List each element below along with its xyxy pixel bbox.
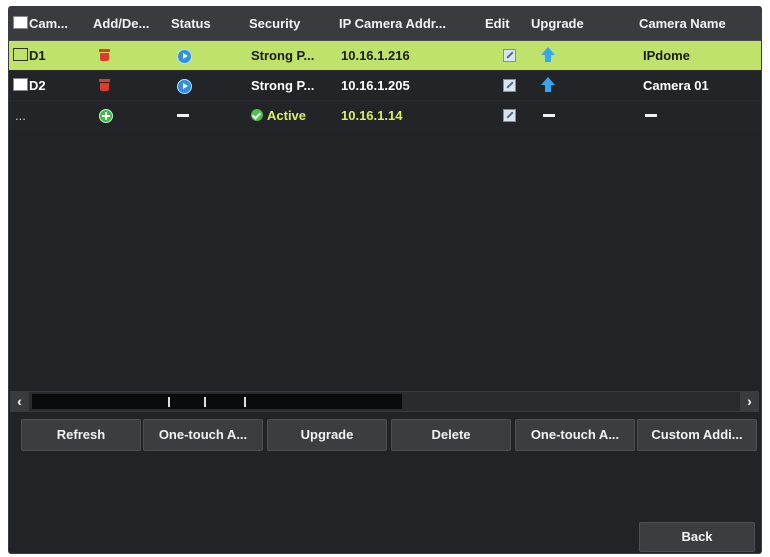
custom-adding-button[interactable]: Custom Addi... — [637, 419, 757, 451]
row-ip-address: 10.16.1.216 — [341, 48, 410, 63]
edit-icon[interactable] — [503, 109, 516, 122]
table-row[interactable]: ... Active 10.16.1.14 — [9, 100, 761, 130]
scroll-grip — [204, 397, 206, 407]
row-camera-id: ... — [15, 108, 26, 123]
row-camera-id: D1 — [29, 48, 46, 63]
scroll-grip — [168, 397, 170, 407]
row-camera-name: Camera 01 — [643, 78, 709, 93]
delete-button[interactable]: Delete — [391, 419, 511, 451]
back-button[interactable]: Back — [639, 522, 755, 552]
header-edit[interactable]: Edit — [485, 7, 529, 40]
refresh-button[interactable]: Refresh — [21, 419, 141, 451]
edit-icon[interactable] — [503, 49, 516, 62]
row-camera-cell: D2 — [13, 71, 93, 100]
upgrade-icon[interactable] — [541, 77, 555, 93]
upgrade-icon[interactable] — [541, 47, 555, 63]
add-icon[interactable] — [99, 109, 113, 123]
horizontal-scrollbar[interactable]: ‹ › — [10, 391, 759, 412]
row-camera-id: D2 — [29, 78, 46, 93]
one-touch-activate-button[interactable]: One-touch A... — [143, 419, 263, 451]
row-security: Strong P... — [251, 78, 315, 93]
table-row[interactable]: D1 Strong P... 10.16.1.216 IPdome — [9, 41, 761, 70]
header-add-delete[interactable]: Add/De... — [93, 7, 171, 40]
scroll-thumb[interactable] — [32, 394, 402, 409]
header-ip-address[interactable]: IP Camera Addr... — [339, 7, 485, 40]
camera-management-panel: Cam... Add/De... Status Security IP Came… — [8, 6, 762, 554]
upgrade-empty-dash — [543, 114, 555, 117]
header-security[interactable]: Security — [249, 7, 337, 40]
edit-icon[interactable] — [503, 79, 516, 92]
one-touch-adding-button[interactable]: One-touch A... — [515, 419, 635, 451]
header-camera-label: Cam... — [29, 16, 69, 31]
row-ip-address: 10.16.1.205 — [341, 78, 410, 93]
row-security: Strong P... — [251, 48, 315, 63]
table-header: Cam... Add/De... Status Security IP Came… — [9, 7, 761, 41]
header-status[interactable]: Status — [171, 7, 249, 40]
active-check-icon — [251, 109, 263, 121]
status-play-icon[interactable] — [177, 79, 192, 94]
status-empty-dash — [177, 114, 189, 117]
upgrade-button[interactable]: Upgrade — [267, 419, 387, 451]
row-ip-address: 10.16.1.14 — [341, 108, 403, 123]
scroll-grip — [244, 397, 246, 407]
header-camera[interactable]: Cam... — [13, 7, 93, 40]
header-upgrade[interactable]: Upgrade — [531, 7, 635, 40]
row-camera-name: IPdome — [643, 48, 690, 63]
camera-name-empty-dash — [645, 114, 657, 117]
scroll-right-button[interactable]: › — [740, 392, 759, 411]
delete-icon[interactable] — [99, 79, 110, 91]
delete-icon[interactable] — [99, 49, 110, 61]
row-security: Active — [267, 108, 307, 123]
status-play-icon[interactable] — [177, 49, 192, 64]
table-row[interactable]: D2 Strong P... 10.16.1.205 Camera 01 — [9, 70, 761, 100]
row-camera-cell: D1 — [13, 41, 93, 70]
row-checkbox[interactable] — [13, 48, 28, 61]
row-checkbox[interactable] — [13, 78, 28, 91]
header-camera-name[interactable]: Camera Name — [639, 7, 761, 40]
select-all-checkbox[interactable] — [13, 16, 28, 29]
scroll-left-button[interactable]: ‹ — [10, 392, 29, 411]
row-security-cell: Active — [251, 101, 339, 130]
